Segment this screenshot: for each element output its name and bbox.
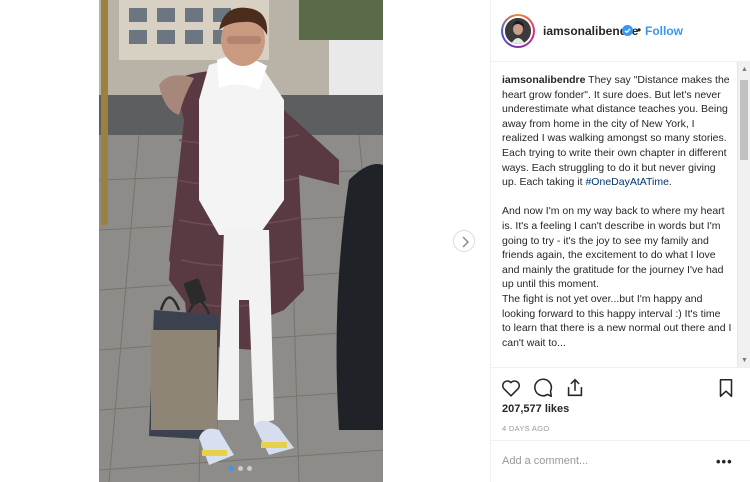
photo-illustration — [99, 0, 383, 482]
caption-scrollbar[interactable]: ▲ ▼ — [737, 62, 750, 367]
caption-text: They say "Distance makes the heart grow … — [502, 74, 730, 189]
heart-icon[interactable] — [500, 377, 522, 399]
caption-text: . — [668, 176, 672, 189]
post-photo[interactable] — [99, 0, 383, 482]
next-slide-button[interactable] — [453, 230, 475, 252]
caption-area: iamsonalibendre They say "Distance makes… — [491, 62, 750, 367]
post-timestamp[interactable]: 4 DAYS AGO — [502, 424, 549, 433]
post-actions — [491, 367, 750, 407]
caption-paragraph: iamsonalibendre They say "Distance makes… — [502, 73, 732, 190]
scroll-up-icon[interactable]: ▲ — [741, 66, 748, 73]
comment-input[interactable] — [502, 452, 702, 470]
avatar[interactable] — [501, 14, 535, 48]
share-icon[interactable] — [564, 377, 586, 399]
carousel-indicator — [229, 466, 252, 471]
caption-username[interactable]: iamsonalibendre — [502, 74, 585, 86]
comment-bar: ••• — [491, 440, 750, 482]
post-side-panel: iamsonalibendre • Follow iamsonalibendre… — [490, 0, 750, 482]
post-media-area — [0, 0, 490, 482]
carousel-dot — [238, 466, 243, 471]
hashtag-link[interactable]: #OneDayAtATime — [585, 176, 668, 188]
carousel-dot — [247, 466, 252, 471]
caption-paragraph: And now I'm on my way back to where my h… — [502, 205, 725, 291]
carousel-dot-active — [229, 466, 234, 471]
caption-paragraph: The fight is not yet over...but I'm happ… — [502, 292, 732, 349]
verified-badge-icon — [622, 25, 633, 36]
like-count[interactable]: 207,577 likes — [502, 403, 569, 415]
more-options-button[interactable]: ••• — [716, 454, 733, 469]
scroll-down-icon[interactable]: ▼ — [741, 357, 748, 364]
scroll-thumb[interactable] — [740, 80, 748, 160]
post-header: iamsonalibendre • Follow — [491, 0, 750, 62]
chevron-right-icon — [462, 236, 470, 248]
comment-icon[interactable] — [532, 377, 554, 399]
post-caption: iamsonalibendre They say "Distance makes… — [502, 73, 732, 350]
header-separator: • — [637, 23, 642, 37]
bookmark-icon[interactable] — [715, 377, 737, 399]
follow-button[interactable]: Follow — [645, 24, 683, 38]
avatar-image — [505, 18, 531, 44]
